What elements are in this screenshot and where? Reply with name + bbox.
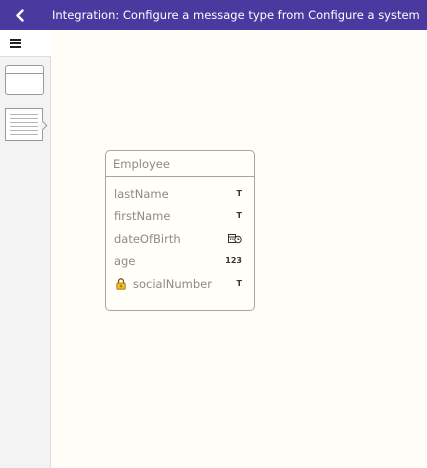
chevron-left-icon <box>16 8 24 22</box>
field-name: dateOfBirth <box>114 232 181 246</box>
lock-icon <box>116 278 126 290</box>
top-bar: Integration: Configure a message type fr… <box>0 0 427 30</box>
entity-tool[interactable] <box>5 65 44 95</box>
text-type-icon: T <box>236 211 242 220</box>
entity-title: Employee <box>106 151 254 177</box>
field-name: socialNumber <box>133 277 212 291</box>
hamburger-icon <box>10 38 21 48</box>
field-name: firstName <box>114 209 171 223</box>
field-dateofbirth[interactable]: dateOfBirth <box>106 230 254 248</box>
field-firstname[interactable]: firstName T <box>106 207 254 225</box>
note-tool[interactable] <box>5 108 48 141</box>
employee-entity[interactable]: Employee lastName T firstName T dateOfBi… <box>105 150 255 311</box>
field-age[interactable]: age 123 <box>106 252 254 270</box>
date-time-type-icon <box>228 234 242 244</box>
text-type-icon: T <box>236 279 242 288</box>
text-type-icon: T <box>236 189 242 198</box>
toolbox-sidebar <box>0 30 51 468</box>
page-title: Integration: Configure a message type fr… <box>52 8 420 22</box>
number-type-icon: 123 <box>225 256 242 265</box>
field-name: age <box>114 254 136 268</box>
back-button[interactable] <box>0 0 40 30</box>
field-lastname[interactable]: lastName T <box>106 185 254 203</box>
field-name: lastName <box>114 187 169 201</box>
field-socialnumber[interactable]: socialNumber T <box>106 275 254 293</box>
menu-button[interactable] <box>0 30 51 57</box>
